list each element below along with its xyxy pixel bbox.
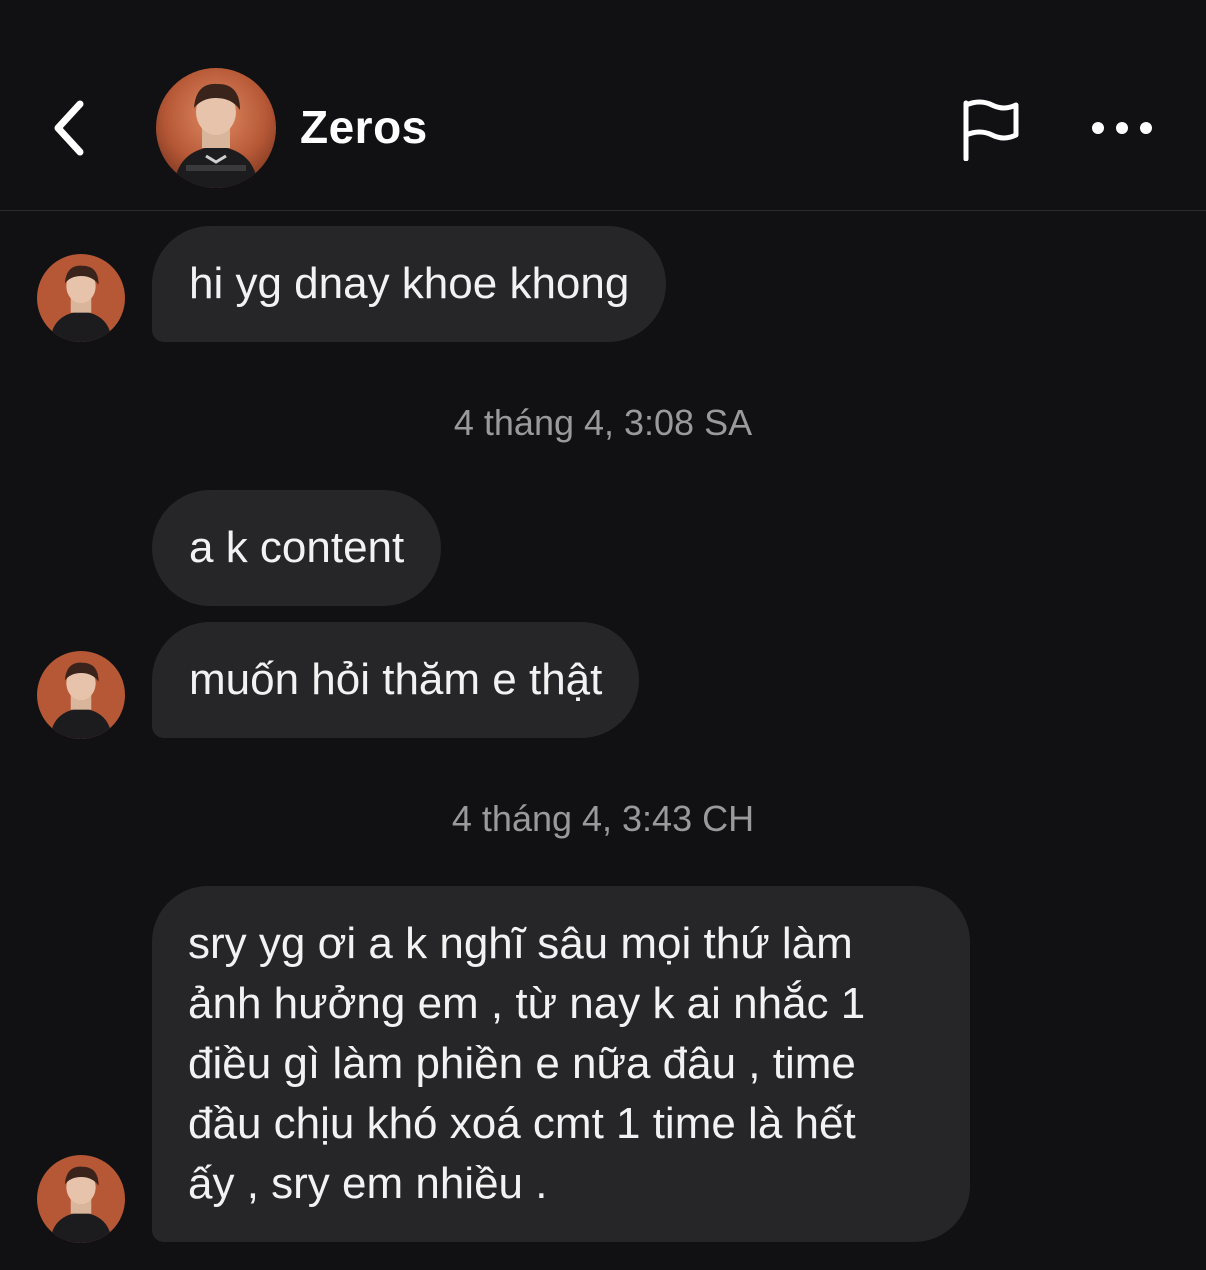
chevron-left-icon [54,100,84,156]
timestamp: 4 tháng 4, 3:43 CH [451,798,755,839]
sender-avatar[interactable] [37,651,125,739]
timestamp: 4 tháng 4, 3:08 SA [453,402,753,443]
message-text: hi yg dnay khoe khong [189,259,630,308]
message-text: a k content [189,523,405,572]
message-text: muốn hỏi thăm e thật [189,655,603,704]
message-line: đầu chịu khó xoá cmt 1 time là hết [188,1099,856,1148]
report-button[interactable] [950,94,1030,164]
contact-avatar[interactable] [156,68,276,188]
message-line: điều gì làm phiền e nữa đâu , time [188,1039,856,1088]
sender-avatar[interactable] [37,1155,125,1243]
message-line: ấy , sry em nhiều . [188,1159,548,1208]
more-horizontal-icon [1092,122,1152,134]
contact-name[interactable]: Zeros [300,100,428,154]
message-bubble[interactable]: sry yg ơi a k nghĩ sâu mọi thứ làm ảnh h… [152,886,970,1242]
message-bubble[interactable]: muốn hỏi thăm e thật [152,622,640,738]
message-line: ảnh hưởng em , từ nay k ai nhắc 1 [188,979,866,1028]
message-bubble[interactable]: hi yg dnay khoe khong [152,226,667,342]
sender-avatar[interactable] [37,254,125,342]
more-options-button[interactable] [1082,100,1162,156]
chat-header: Zeros [0,0,1206,211]
back-button[interactable] [40,96,100,160]
chat-screen: Zeros hi yg dnay khoe khong 4 tháng 4, 3… [0,0,1206,1270]
message-line: sry yg ơi a k nghĩ sâu mọi thứ làm [188,919,853,968]
message-bubble[interactable]: a k content [152,490,442,606]
flag-icon [963,99,1019,161]
